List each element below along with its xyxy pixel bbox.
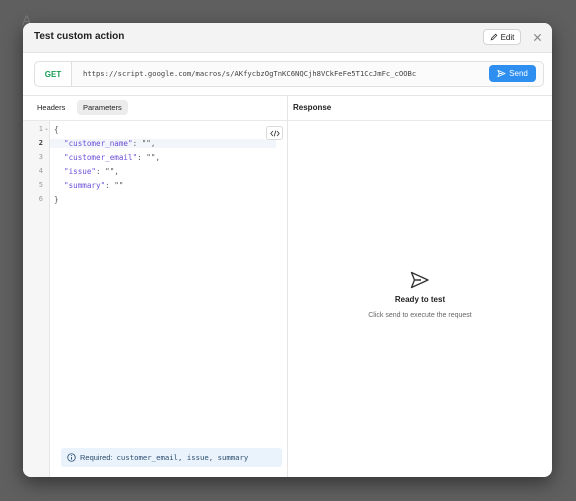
tab-headers[interactable]: Headers bbox=[31, 100, 71, 115]
line-number: 3 bbox=[38, 153, 43, 161]
json-value: : "", bbox=[137, 153, 161, 162]
send-button-label: Send bbox=[509, 69, 528, 78]
response-title: Response bbox=[293, 103, 332, 112]
code-line: { bbox=[54, 125, 59, 134]
request-tabs: Headers Parameters bbox=[23, 96, 287, 121]
tab-parameters[interactable]: Parameters bbox=[77, 100, 128, 115]
edit-button[interactable]: Edit bbox=[483, 29, 521, 45]
line-number-gutter: 1 ⌄ 2 3 4 5 6 bbox=[23, 121, 50, 477]
response-header: Response bbox=[288, 96, 552, 121]
line-number: 5 bbox=[38, 181, 43, 189]
dialog-title: Test custom action bbox=[34, 31, 125, 42]
edit-button-label: Edit bbox=[500, 32, 515, 42]
json-value: : "", bbox=[132, 139, 156, 148]
empty-state-title: Ready to test bbox=[394, 295, 446, 304]
required-fields: customer_email, issue, summary bbox=[116, 453, 249, 462]
request-pane: Headers Parameters 1 ⌄ 2 3 4 5 6 { "cust… bbox=[23, 96, 287, 477]
send-icon bbox=[497, 69, 506, 78]
send-button[interactable]: Send bbox=[489, 65, 536, 82]
info-icon bbox=[67, 453, 76, 462]
required-label: Required: bbox=[80, 453, 113, 462]
http-method-select[interactable]: GET bbox=[35, 62, 72, 86]
code-line-active: "customer_name": "", bbox=[50, 139, 276, 148]
code-line: } bbox=[54, 195, 59, 204]
send-icon bbox=[410, 271, 429, 289]
json-value: : "" bbox=[105, 181, 124, 190]
code-line: "customer_email": "", bbox=[64, 153, 160, 162]
line-number: 1 bbox=[38, 125, 43, 133]
empty-state-hint: Click send to execute the request bbox=[368, 312, 472, 319]
json-value: : "", bbox=[96, 167, 119, 176]
required-params-notice: Required: customer_email, issue, summary bbox=[61, 448, 282, 467]
line-number: 6 bbox=[38, 195, 43, 203]
close-icon bbox=[533, 33, 541, 41]
response-empty-state: Ready to test Click send to execute the … bbox=[288, 271, 552, 319]
code-line: "issue": "", bbox=[64, 167, 119, 176]
pencil-icon bbox=[490, 33, 497, 41]
response-pane: Response Ready to test Click send to exe… bbox=[288, 96, 552, 477]
code-icon bbox=[269, 129, 280, 137]
url-input[interactable]: https://script.google.com/macros/s/AKfyc… bbox=[83, 69, 483, 81]
code-view-toggle[interactable] bbox=[266, 126, 283, 140]
json-editor[interactable]: 1 ⌄ 2 3 4 5 6 { "customer_name": "", "cu… bbox=[23, 121, 287, 477]
json-key: "summary" bbox=[64, 181, 106, 190]
json-key: "issue" bbox=[64, 167, 97, 176]
fold-chevron-icon[interactable]: ⌄ bbox=[44, 125, 49, 132]
json-key: "customer_email" bbox=[64, 153, 138, 162]
line-number: 4 bbox=[38, 167, 43, 175]
json-key: "customer_name" bbox=[64, 139, 133, 148]
line-number: 2 bbox=[38, 139, 43, 147]
code-line: "summary": "" bbox=[64, 181, 123, 190]
test-custom-action-dialog: Test custom action Edit GET https://scri… bbox=[23, 23, 552, 477]
request-bar: GET https://script.google.com/macros/s/A… bbox=[34, 61, 544, 87]
dialog-header: Test custom action Edit bbox=[23, 23, 552, 53]
close-button[interactable] bbox=[529, 29, 545, 45]
